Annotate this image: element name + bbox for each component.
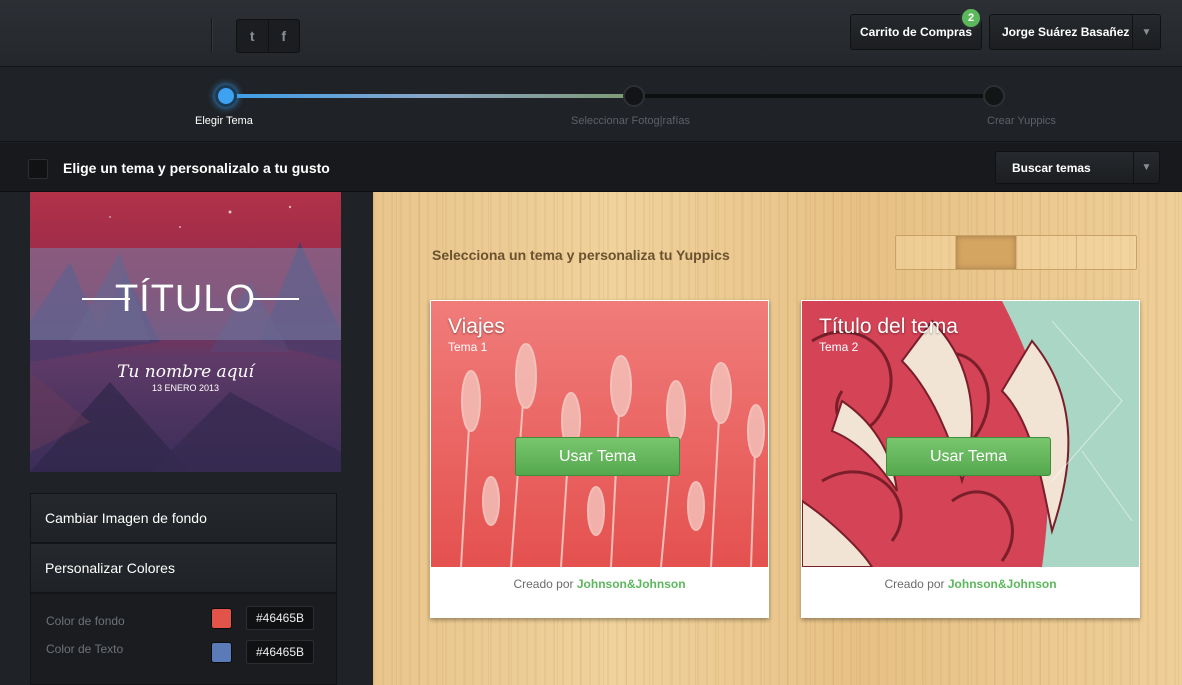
menu-item-label: Personalizar Colores bbox=[45, 560, 175, 576]
search-themes-dropdown[interactable]: Buscar temas ▼ bbox=[995, 151, 1160, 184]
progress-track bbox=[226, 94, 994, 98]
gallery-heading: Selecciona un tema y personaliza tu Yupp… bbox=[432, 247, 730, 263]
title-rule-right bbox=[251, 298, 299, 300]
pager-page-2[interactable] bbox=[956, 236, 1017, 269]
step-label-2: Seleccionar Fotog|rafías bbox=[571, 115, 691, 127]
customize-colors-item[interactable]: Personalizar Colores bbox=[30, 543, 337, 593]
progress-fill bbox=[226, 94, 634, 98]
step-label-1: Elegir Tema bbox=[195, 115, 253, 127]
author-link[interactable]: Johnson&Johnson bbox=[577, 577, 686, 591]
facebook-icon[interactable]: f bbox=[267, 20, 300, 52]
chevron-down-icon: ▼ bbox=[1133, 152, 1159, 183]
credit-prefix: Creado por bbox=[884, 577, 945, 591]
color-swatch[interactable] bbox=[211, 608, 232, 629]
step-label-3: Crear Yuppics bbox=[987, 115, 1056, 127]
theme-title: Título del tema bbox=[819, 315, 958, 338]
select-checkbox[interactable] bbox=[28, 159, 48, 179]
theme-thumbnail: Viajes Tema 1 Usar Tema bbox=[431, 301, 768, 567]
chevron-down-icon: ▼ bbox=[1132, 15, 1160, 49]
theme-subtitle: Tema 2 bbox=[819, 340, 859, 354]
preview-date: 13 ENERO 2013 bbox=[151, 383, 220, 393]
cart-label: Carrito de Compras bbox=[859, 25, 973, 39]
sub-header: Elige un tema y personalizalo a tu gusto… bbox=[0, 143, 1182, 192]
theme-credit: Creado por Johnson&Johnson bbox=[801, 577, 1140, 591]
pager-page-3[interactable] bbox=[1017, 236, 1077, 269]
color-label: Color de fondo bbox=[46, 614, 125, 628]
user-menu-button[interactable]: Jorge Suárez Basañez ▼ bbox=[989, 14, 1161, 50]
theme-subtitle: Tema 1 bbox=[448, 340, 488, 354]
step-dot-2[interactable] bbox=[623, 85, 645, 107]
use-theme-button[interactable]: Usar Tema bbox=[886, 437, 1051, 476]
pager-page-4[interactable] bbox=[1077, 236, 1136, 269]
change-background-image-item[interactable]: Cambiar Imagen de fondo bbox=[30, 493, 337, 543]
step-dot-1[interactable] bbox=[215, 85, 237, 107]
theme-title: Viajes bbox=[448, 315, 505, 338]
theme-preview: TÍTULO Tu nombre aquí 13 ENERO 2013 bbox=[30, 192, 341, 472]
step-dot-3[interactable] bbox=[983, 85, 1005, 107]
color-hex-field[interactable]: #46465B bbox=[246, 606, 314, 630]
top-bar: t f Carrito de Compras 2 Jorge Suárez Ba… bbox=[0, 0, 1182, 67]
preview-name: Tu nombre aquí bbox=[117, 362, 254, 382]
cart-count-badge: 2 bbox=[960, 7, 982, 29]
menu-item-label: Cambiar Imagen de fondo bbox=[45, 510, 207, 526]
theme-card-1[interactable]: Viajes Tema 1 Usar Tema Creado por Johns… bbox=[430, 300, 769, 618]
color-swatch[interactable] bbox=[211, 642, 232, 663]
page-title: Elige un tema y personalizalo a tu gusto bbox=[63, 160, 330, 176]
color-hex-field[interactable]: #46465B bbox=[246, 640, 314, 664]
use-theme-button[interactable]: Usar Tema bbox=[515, 437, 680, 476]
credit-prefix: Creado por bbox=[513, 577, 574, 591]
gallery-pager bbox=[895, 235, 1137, 270]
theme-card-2[interactable]: Título del tema Tema 2 Usar Tema Creado … bbox=[801, 300, 1140, 618]
color-row-background: Color de fondo #46465B bbox=[31, 606, 338, 634]
twitter-icon[interactable]: t bbox=[237, 20, 268, 52]
pager-page-1[interactable] bbox=[896, 236, 957, 269]
progress-steps: Elegir Tema Seleccionar Fotog|rafías Cre… bbox=[0, 68, 1182, 142]
user-name: Jorge Suárez Basañez bbox=[1002, 25, 1130, 39]
social-buttons: t f bbox=[236, 19, 300, 53]
author-link[interactable]: Johnson&Johnson bbox=[948, 577, 1057, 591]
sidebar: TÍTULO Tu nombre aquí 13 ENERO 2013 Camb… bbox=[0, 192, 373, 685]
color-settings-panel: Color de fondo #46465B Color de Texto #4… bbox=[30, 593, 337, 685]
search-themes-label: Buscar temas bbox=[1012, 160, 1091, 175]
color-label: Color de Texto bbox=[46, 642, 124, 656]
theme-credit: Creado por Johnson&Johnson bbox=[430, 577, 769, 591]
theme-thumbnail: Título del tema Tema 2 Usar Tema bbox=[802, 301, 1139, 567]
theme-gallery: Selecciona un tema y personaliza tu Yupp… bbox=[373, 192, 1182, 685]
divider bbox=[211, 18, 212, 52]
color-row-text: Color de Texto #46465B bbox=[31, 640, 338, 668]
